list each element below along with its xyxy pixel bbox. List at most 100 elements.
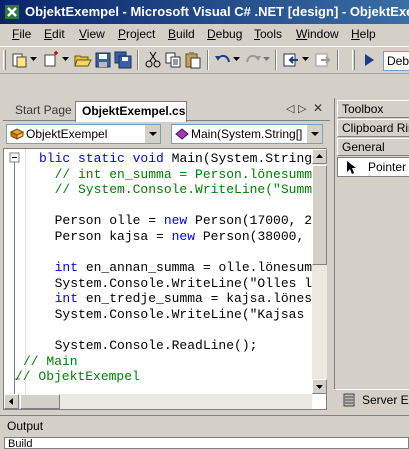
solution-configuration-combo[interactable]: Debug [383,51,409,71]
toolbar-separator [137,50,139,70]
code-line[interactable]: blic static void Main(System.String[] ar… [39,151,326,167]
code-line[interactable]: // System.Console.WriteLine("Summa: "); [39,182,326,198]
class-dropdown[interactable]: ObjektExempel [6,124,161,144]
code-comment: // ObjektExempel [15,369,140,385]
save-icon[interactable] [94,51,112,69]
menu-window[interactable]: Window [296,27,339,41]
code-keyword: int [54,260,86,276]
new-project-dropdown-icon[interactable] [30,57,37,61]
copy-icon[interactable] [164,51,182,69]
server-explorer-tab[interactable]: Server Explorer [334,389,409,412]
horizontal-scroll-thumb[interactable] [20,394,60,409]
new-project-icon[interactable] [10,51,28,69]
menu-file[interactable]: File [12,27,31,41]
horizontal-scrollbar[interactable] [4,394,312,409]
navigate-forward-icon[interactable] [314,51,332,69]
code-token: System.Console.WriteLine("Olles lön"); [39,275,327,291]
scroll-left-button[interactable] [4,394,19,409]
code-line[interactable]: Person olle = new Person(17000, 25); [39,213,327,229]
menu-debug[interactable]: Debug [207,27,242,41]
code-text[interactable]: blic static void Main(System.String[] ar… [15,151,327,385]
code-line[interactable] [39,323,326,339]
menu-bar: File Edit View Project Build Debug Tools Window… [0,24,409,46]
code-keyword: new [171,228,203,244]
title-bar[interactable]: ObjektExempel - Microsoft Visual C# .NET… [0,0,409,24]
code-line[interactable]: System.Console.ReadLine(); [39,338,326,354]
class-dropdown-label: ObjektExempel [26,127,108,141]
scroll-down-button[interactable] [312,379,327,394]
undo-icon[interactable] [214,51,232,69]
server-explorer-icon [343,393,355,407]
menu-help[interactable]: Help [351,27,376,41]
undo-dropdown-icon[interactable] [233,57,240,61]
code-line[interactable] [39,245,326,261]
pointer-arrow-icon [347,161,356,174]
menu-edit[interactable]: Edit [44,27,65,41]
code-comment: // int en_summa = Person.lönesumma; [39,166,327,182]
tab-start-page[interactable]: Start Page [9,101,78,120]
add-item-icon[interactable] [42,51,60,69]
tab-objektexempel-cs[interactable]: ObjektExempel.cs [75,101,187,122]
member-dropdown-label: Main(System.String[] args) [191,127,323,141]
document-tab-strip: Start Page ObjektExempel.cs ◁ ▷ ✕ [3,99,330,122]
code-keyword: int [54,291,86,307]
code-token: en_annan_summa = olle.lönesumma; [85,260,327,276]
toolbox-panel: Toolbox Clipboard Ring General Pointer [334,98,409,410]
code-line[interactable]: int en_annan_summa = olle.lönesumma; [39,260,327,276]
toolbar-separator [337,50,339,70]
menu-tools[interactable]: Tools [254,27,282,41]
toolbar-separator [275,50,277,70]
menu-view[interactable]: View [79,27,105,41]
code-editor[interactable]: blic static void Main(System.String[] ar… [3,148,327,410]
toolbar-separator [207,50,209,70]
paste-icon[interactable] [184,51,202,69]
code-comment: // Main [23,353,78,369]
clipboard-ring-tab[interactable]: Clipboard Ring [337,119,409,137]
redo-icon[interactable] [244,51,262,69]
open-file-icon[interactable] [74,51,92,69]
vertical-scroll-thumb[interactable] [312,165,327,265]
code-keyword: void [132,151,172,166]
code-line[interactable]: // int en_summa = Person.lönesumma; [39,166,327,183]
code-line[interactable]: int en_tredje_summa = kajsa.lönesumma; [39,291,326,307]
member-dropdown-arrow-icon[interactable] [306,125,322,143]
vertical-scrollbar[interactable] [312,149,327,394]
toolbox-tab[interactable]: Toolbox [337,100,409,118]
scroll-tabs-right-icon[interactable]: ▷ [298,102,306,115]
save-all-icon[interactable] [114,51,132,69]
navigate-dropdown-icon[interactable] [302,57,309,61]
code-token: Person(17000, 25); [195,213,327,229]
add-item-dropdown-icon[interactable] [62,57,69,61]
redo-dropdown-icon[interactable] [263,57,270,61]
code-line[interactable] [39,198,326,214]
close-document-icon[interactable]: ✕ [313,101,323,115]
output-title: Output [7,419,44,433]
menu-project[interactable]: Project [118,27,155,41]
navigate-backward-icon[interactable] [282,51,300,69]
member-dropdown[interactable]: Main(System.String[] args) [171,124,323,144]
left-arrow-icon [9,398,13,405]
toolbar-grip[interactable] [3,50,6,70]
scroll-tabs-left-icon[interactable]: ◁ [286,102,294,115]
up-arrow-icon [316,154,323,158]
server-explorer-label: Server Explorer [362,393,409,407]
code-line[interactable]: // Main [23,353,326,370]
output-text[interactable]: Build [4,437,409,449]
code-keyword: blic [39,151,79,166]
scroll-up-button[interactable] [312,149,327,164]
toolbar-grip[interactable] [352,50,355,70]
start-debug-icon[interactable] [360,51,378,69]
code-line[interactable]: System.Console.WriteLine("Olles lön"); [39,275,327,292]
code-line[interactable]: Person kajsa = new Person(38000, 44); [39,228,326,245]
code-line[interactable]: // ObjektExempel [15,369,326,385]
code-line[interactable]: System.Console.WriteLine("Kajsas lön"); [39,307,326,323]
pointer-tool[interactable]: Pointer [337,157,409,177]
class-dropdown-arrow-icon[interactable] [144,125,160,143]
cut-icon[interactable] [144,51,162,69]
general-tab[interactable]: General [337,138,409,156]
menu-build[interactable]: Build [168,27,195,41]
code-token: Person kajsa = [39,228,172,244]
code-token: Person(38000, 44); [202,228,326,244]
